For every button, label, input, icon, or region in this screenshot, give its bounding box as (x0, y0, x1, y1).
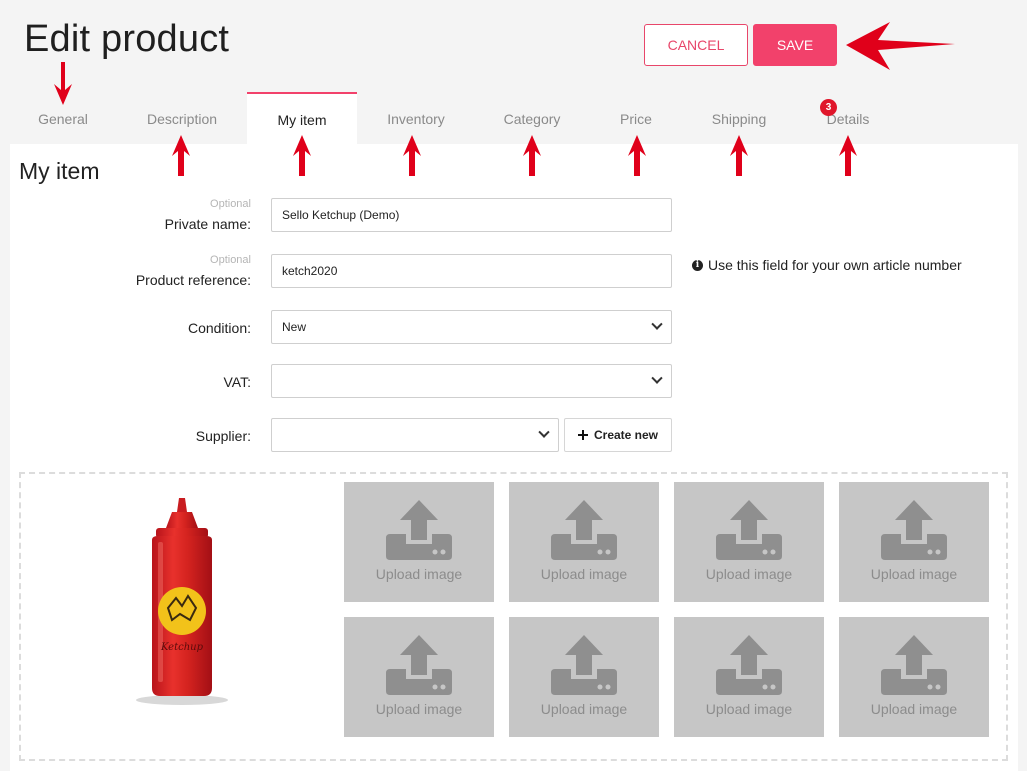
upload-image-tile[interactable]: Upload image (839, 482, 989, 602)
plus-icon (577, 430, 588, 440)
tab-label: Category (503, 111, 561, 127)
notification-badge: 3 (820, 99, 837, 116)
tab-label: Inventory (387, 111, 445, 127)
optional-hint: Optional (210, 254, 251, 266)
create-new-label: Create new (593, 428, 659, 442)
tab-shipping[interactable]: Shipping (684, 92, 794, 144)
supplier-select[interactable] (271, 418, 559, 452)
upload-image-label: Upload image (375, 701, 463, 717)
private-name-input[interactable]: Sello Ketchup (Demo) (271, 198, 672, 232)
private-name-label: Private name: (164, 216, 251, 232)
cancel-button[interactable]: CANCEL (644, 24, 748, 66)
tab-general[interactable]: General (8, 92, 118, 144)
upload-icon (386, 500, 452, 560)
product-reference-label: Product reference: (135, 272, 251, 288)
image-dropzone[interactable]: Ketchup Upload image Upload image Upload i… (19, 472, 1008, 761)
tab-my-item[interactable]: My item (247, 92, 357, 144)
tab-inventory[interactable]: Inventory (361, 92, 471, 144)
tab-label: Price (620, 111, 652, 127)
upload-image-label: Upload image (870, 566, 958, 582)
upload-image-label: Upload image (705, 566, 793, 582)
upload-image-label: Upload image (375, 566, 463, 582)
tab-details[interactable]: 3 Details (793, 92, 903, 144)
upload-image-label: Upload image (540, 701, 628, 717)
tab-label: Shipping (711, 111, 767, 127)
optional-hint: Optional (210, 198, 251, 210)
tab-label: General (38, 111, 88, 127)
upload-image-tile[interactable]: Upload image (674, 482, 824, 602)
condition-value: New (282, 320, 307, 334)
upload-image-tile[interactable]: Upload image (509, 482, 659, 602)
upload-icon (386, 635, 452, 695)
upload-image-tile[interactable]: Upload image (674, 617, 824, 737)
my-item-panel: My item Optional Private name: Sello Ket… (10, 144, 1018, 771)
upload-icon (551, 635, 617, 695)
tab-label: My item (277, 112, 327, 128)
chevron-down-icon (651, 318, 663, 330)
product-reference-hint: i Use this field for your own article nu… (692, 257, 962, 273)
ketchup-product-image[interactable]: Ketchup (132, 498, 232, 708)
chevron-down-icon (651, 372, 663, 384)
create-new-button[interactable]: Create new (564, 418, 672, 452)
product-reference-input[interactable]: ketch2020 (271, 254, 672, 288)
upload-image-tile[interactable]: Upload image (344, 482, 494, 602)
upload-image-label: Upload image (870, 701, 958, 717)
supplier-label: Supplier: (195, 428, 251, 444)
upload-icon (716, 635, 782, 695)
upload-image-label: Upload image (540, 566, 628, 582)
info-icon: i (692, 259, 703, 271)
tab-bar: General Description My item Inventory Ca… (8, 92, 1018, 144)
chevron-down-icon (538, 426, 550, 438)
vat-label: VAT: (223, 374, 252, 390)
section-title: My item (19, 158, 100, 184)
tab-price[interactable]: Price (581, 92, 691, 144)
page-title: Edit product (24, 18, 230, 60)
save-button[interactable]: SAVE (753, 24, 837, 66)
upload-icon (881, 500, 947, 560)
upload-icon (881, 635, 947, 695)
upload-image-tile[interactable]: Upload image (509, 617, 659, 737)
vat-select[interactable] (271, 364, 672, 398)
upload-image-tile[interactable]: Upload image (344, 617, 494, 737)
hint-text: Use this field for your own article numb… (708, 257, 962, 273)
tab-category[interactable]: Category (477, 92, 587, 144)
product-image-text: Ketchup (160, 642, 204, 653)
tab-label: Description (146, 111, 218, 127)
condition-select[interactable]: New (271, 310, 672, 344)
tab-description[interactable]: Description (127, 92, 237, 144)
condition-label: Condition: (187, 320, 251, 336)
upload-image-label: Upload image (705, 701, 793, 717)
arrow-to-save-icon (846, 22, 955, 70)
upload-icon (551, 500, 617, 560)
upload-image-tile[interactable]: Upload image (839, 617, 989, 737)
upload-icon (716, 500, 782, 560)
